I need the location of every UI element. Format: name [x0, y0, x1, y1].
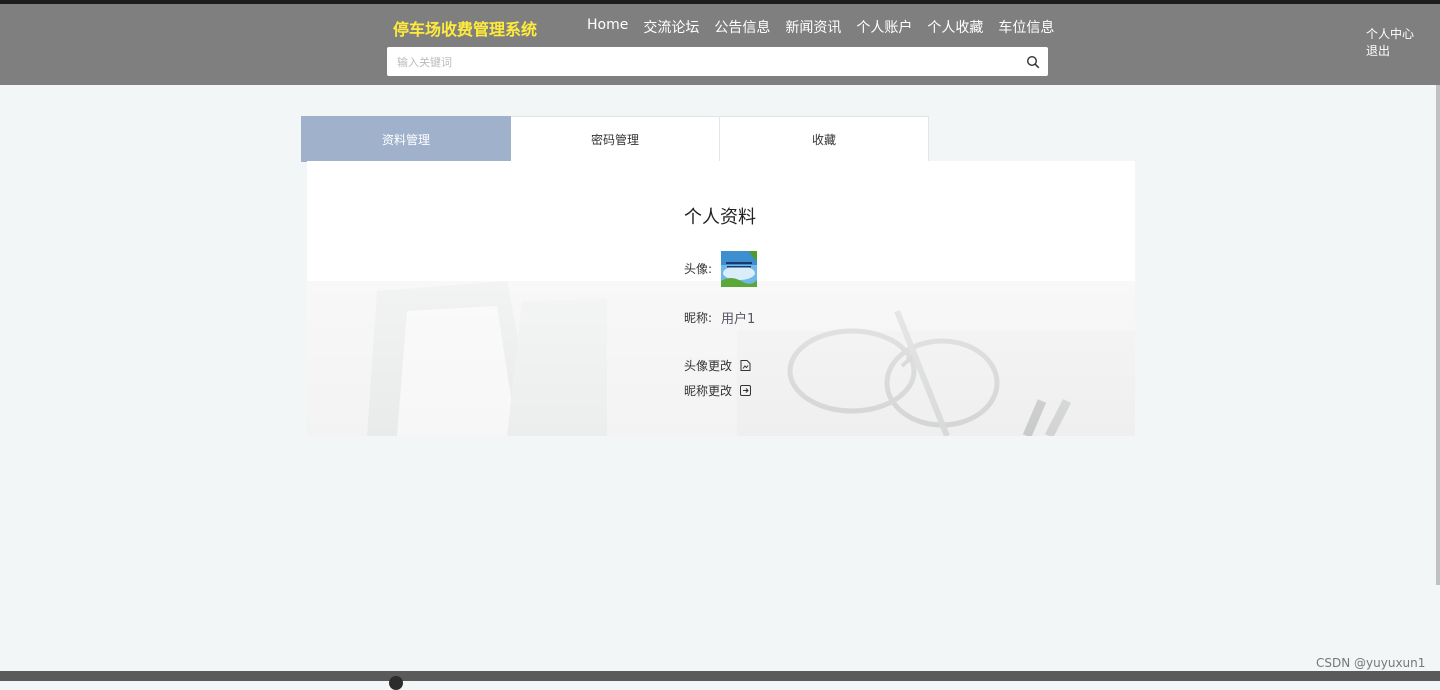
bottom-bar — [0, 671, 1440, 681]
tab-favorites[interactable]: 收藏 — [720, 116, 929, 162]
upload-image-icon — [740, 360, 751, 371]
search-bar — [387, 47, 1048, 76]
nav-announcements[interactable]: 公告信息 — [714, 17, 770, 37]
tab-profile-management[interactable]: 资料管理 — [301, 116, 511, 162]
nav-favorites[interactable]: 个人收藏 — [927, 17, 983, 37]
user-center-link[interactable]: 个人中心 — [1366, 26, 1414, 43]
logout-link[interactable]: 退出 — [1366, 43, 1414, 60]
page-scrollbar[interactable] — [1436, 85, 1440, 585]
nickname-value: 用户1 — [721, 312, 756, 327]
nav-parking-spaces[interactable]: 车位信息 — [998, 17, 1054, 37]
main-nav: Home 交流论坛 公告信息 新闻资讯 个人账户 个人收藏 车位信息 — [587, 17, 1054, 37]
profile-title: 个人资料 — [684, 207, 756, 228]
brand-title: 停车场收费管理系统 — [393, 20, 538, 39]
change-avatar-label: 头像更改 — [684, 359, 733, 373]
profile-tabs: 资料管理 密码管理 收藏 — [301, 116, 929, 162]
avatar-label: 头像: — [684, 262, 713, 276]
search-input[interactable] — [395, 51, 1009, 73]
user-links: 个人中心 退出 — [1366, 26, 1414, 60]
avatar-image — [721, 251, 757, 287]
nav-forum[interactable]: 交流论坛 — [643, 17, 699, 37]
change-nickname-label: 昵称更改 — [684, 384, 733, 398]
search-icon[interactable] — [1026, 55, 1040, 69]
tab-password-management[interactable]: 密码管理 — [511, 116, 720, 162]
change-nickname-button[interactable]: 昵称更改 — [684, 382, 752, 399]
profile-panel: 个人资料 头像: 昵称: 用户1 头像更改 昵称更改 — [307, 161, 1135, 436]
change-avatar-button[interactable]: 头像更改 — [684, 357, 752, 374]
edit-arrow-icon — [740, 385, 752, 396]
scroll-indicator — [389, 676, 403, 690]
nav-account[interactable]: 个人账户 — [856, 17, 912, 37]
nav-home[interactable]: Home — [587, 17, 628, 37]
nickname-label: 昵称: — [684, 311, 713, 325]
csdn-watermark: CSDN @yuyuxun1 — [1316, 656, 1426, 670]
nav-news[interactable]: 新闻资讯 — [785, 17, 841, 37]
